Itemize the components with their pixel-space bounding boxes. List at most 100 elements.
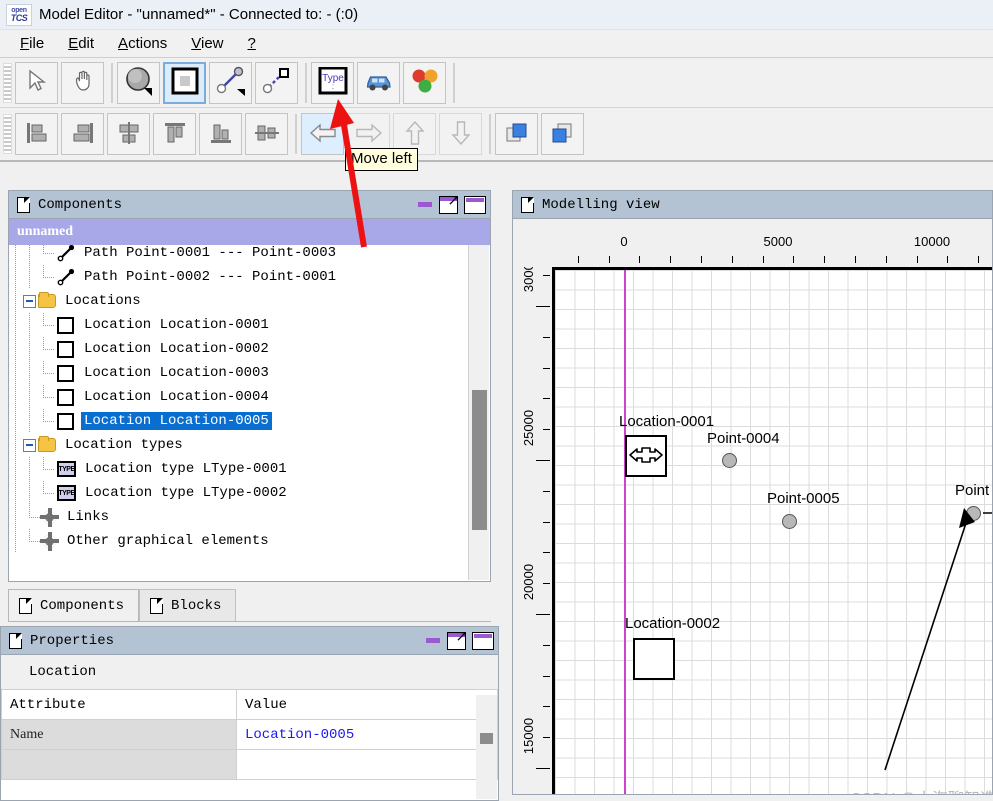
tree-toggle[interactable]: [23, 294, 36, 308]
tab-blocks[interactable]: Blocks: [139, 589, 237, 621]
ruler-tick: [978, 256, 980, 263]
align-bottom-button[interactable]: [199, 113, 242, 155]
tree-item[interactable]: Location Location-0005: [9, 409, 468, 433]
horizontal-ruler: 0 5000 10000: [552, 219, 992, 267]
tree-item-label: Location type LType-0002: [85, 485, 287, 501]
modelling-view-body: 0 5000 10000 30000 25000 20000 15000 Location…: [513, 219, 992, 794]
menu-actions[interactable]: Actions: [106, 33, 179, 54]
node-label-point-0005: Point-0005: [767, 490, 840, 507]
align-right-button[interactable]: [61, 113, 104, 155]
watermark: CSDN @小海聊智造: [850, 785, 992, 794]
svg-text::: :: [331, 82, 333, 91]
ruler-tick: [701, 256, 702, 263]
align-vertical-center-button[interactable]: [245, 113, 288, 155]
tree-item-label: Location types: [65, 437, 183, 453]
tree-item[interactable]: Path Point-0001 --- Point-0003: [9, 245, 468, 265]
tree-item[interactable]: Links: [9, 505, 468, 529]
table-row[interactable]: [1, 749, 498, 780]
tree-item[interactable]: Locations: [9, 289, 468, 313]
tree-item[interactable]: TYPE Location type LType-0001: [9, 457, 468, 481]
ruler-tick: [855, 256, 856, 263]
property-name-attribute: Name: [1, 719, 237, 750]
move-left-button[interactable]: [301, 113, 344, 155]
property-empty-value[interactable]: [236, 749, 498, 780]
send-to-back-button[interactable]: [541, 113, 584, 155]
arrow-down-icon: [449, 119, 473, 150]
toolbar-main-grip[interactable]: [3, 62, 12, 103]
menu-bar: File Edit Actions View ?: [0, 30, 993, 58]
tree-item[interactable]: Location Location-0004: [9, 385, 468, 409]
maximize-icon[interactable]: [472, 631, 494, 650]
document-icon: [9, 632, 22, 649]
canvas-location-0001[interactable]: [625, 435, 667, 477]
ruler-label: 20000: [521, 563, 536, 601]
bring-to-front-button[interactable]: [495, 113, 538, 155]
create-block-tool-button[interactable]: [403, 61, 446, 104]
menu-edit[interactable]: Edit: [56, 33, 106, 54]
float-icon[interactable]: ↗: [439, 193, 460, 214]
modelling-view-titlebar: Modelling view: [513, 191, 992, 219]
menu-view-rest: iew: [200, 35, 224, 52]
left-pane: Components ↗ unnamed Path Point-0001 ---…: [0, 182, 503, 801]
tree-root-node[interactable]: unnamed: [9, 219, 490, 245]
canvas-point-right[interactable]: [966, 506, 981, 521]
menu-help[interactable]: ?: [236, 33, 268, 54]
canvas-point-0005[interactable]: [782, 514, 797, 529]
properties-panel: Properties ↗ Location Attribute Value Na…: [0, 626, 499, 801]
move-down-button[interactable]: [439, 113, 482, 155]
tree-item[interactable]: Location types: [9, 433, 468, 457]
properties-scrollbar[interactable]: [476, 695, 497, 799]
create-vehicle-tool-button[interactable]: [357, 61, 400, 104]
move-left-tooltip: Move left: [345, 148, 418, 171]
tree-guide: [23, 457, 37, 481]
float-icon[interactable]: ↗: [447, 629, 468, 650]
double-arrow-icon: [628, 444, 664, 469]
tree-item-label: Location Location-0003: [84, 365, 269, 381]
properties-scroll-thumb[interactable]: [480, 733, 493, 744]
tree-item[interactable]: Location Location-0002: [9, 337, 468, 361]
tree-item[interactable]: Path Point-0002 --- Point-0001: [9, 265, 468, 289]
minimize-icon[interactable]: [425, 633, 441, 649]
tree-item-label: Location Location-0001: [84, 317, 269, 333]
property-name-value[interactable]: Location-0005: [236, 719, 498, 750]
arrow-up-icon: [403, 119, 427, 150]
create-point-tool-button[interactable]: [117, 61, 160, 104]
pan-tool-button[interactable]: [61, 61, 104, 104]
select-tool-button[interactable]: [15, 61, 58, 104]
tree-item[interactable]: Other graphical elements: [9, 529, 468, 553]
maximize-icon[interactable]: [464, 195, 486, 214]
components-tree-scrollbar[interactable]: [468, 245, 489, 580]
canvas-location-0002[interactable]: [633, 638, 675, 680]
toolbar-align-grip[interactable]: [3, 114, 12, 154]
table-row[interactable]: Name Location-0005: [1, 719, 498, 750]
menu-view[interactable]: View: [179, 33, 235, 54]
ruler-tick: [543, 490, 550, 492]
tree-guide: [23, 313, 37, 337]
ruler-tick: [577, 256, 579, 263]
properties-header-row: Attribute Value: [1, 689, 498, 720]
create-location-tool-button[interactable]: [163, 61, 206, 104]
tree-item-label: Links: [67, 509, 110, 525]
ruler-tick: [536, 768, 550, 769]
ruler-tick: [793, 256, 795, 263]
ruler-tick: [824, 256, 826, 263]
align-left-button[interactable]: [15, 113, 58, 155]
components-tree-scroll-thumb[interactable]: [472, 390, 487, 530]
ruler-tick: [536, 306, 550, 307]
create-path-tool-button[interactable]: [209, 61, 252, 104]
tree-item[interactable]: Location Location-0003: [9, 361, 468, 385]
align-top-button[interactable]: [153, 113, 196, 155]
menu-file[interactable]: File: [8, 33, 56, 54]
tree-toggle[interactable]: [23, 438, 36, 452]
document-icon: [17, 196, 30, 213]
path-icon: [57, 245, 75, 262]
model-canvas[interactable]: Location-0001 Point-0004 Point-0005 Poin…: [552, 267, 992, 794]
tree-item[interactable]: TYPE Location type LType-0002: [9, 481, 468, 505]
tree-item[interactable]: Location Location-0001: [9, 313, 468, 337]
create-link-tool-button[interactable]: [255, 61, 298, 104]
tab-components[interactable]: Components: [8, 589, 140, 621]
canvas-point-0004[interactable]: [722, 453, 737, 468]
minimize-icon[interactable]: [417, 197, 433, 213]
align-horizontal-center-button[interactable]: [107, 113, 150, 155]
create-location-type-tool-button[interactable]: Type :: [311, 61, 354, 104]
